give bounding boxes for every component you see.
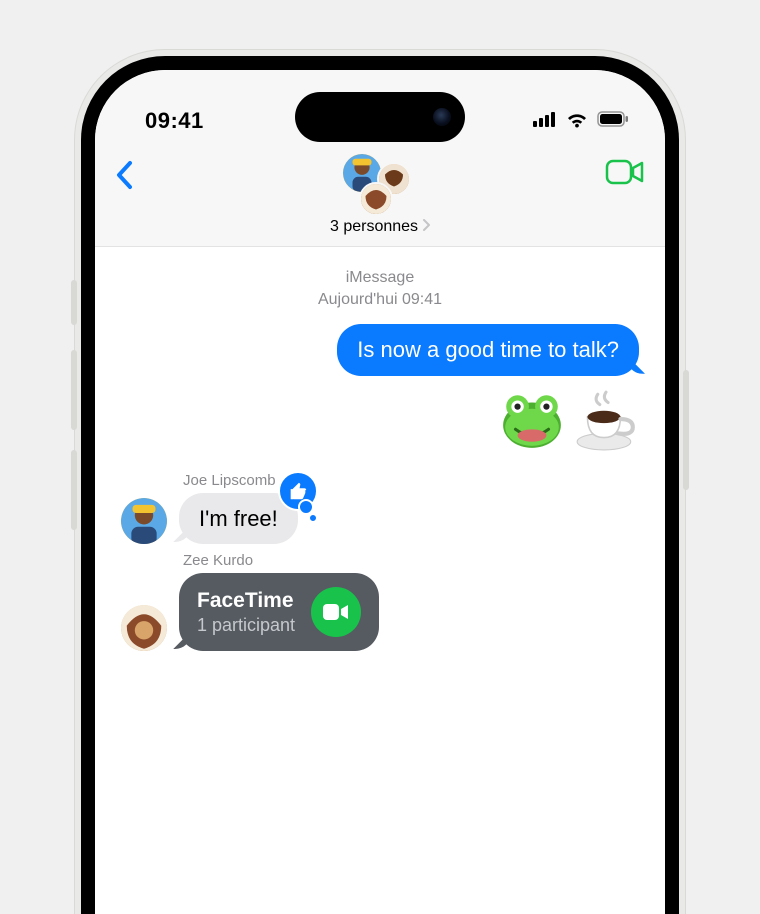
phone-frame: 09:41 [75,50,685,914]
sender-label: Zee Kurdo [121,552,639,569]
facetime-subtitle: 1 participant [197,614,295,637]
group-title: 3 personnes [330,218,418,236]
screen: 09:41 [95,70,665,914]
chevron-right-icon [422,218,430,236]
group-title-button[interactable]: 3 personnes [115,214,645,236]
message-thread[interactable]: iMessage Aujourd'hui 09:41 Is now a good… [95,247,665,691]
dynamic-island [295,92,465,142]
sender-avatar[interactable] [121,498,167,544]
back-button[interactable] [115,152,155,195]
facetime-button[interactable] [599,152,645,191]
thumbs-up-icon [287,480,309,502]
sender-label: Joe Lipscomb [121,472,639,489]
tapback-thumbs-up[interactable] [278,471,318,511]
chevron-left-icon [115,160,133,190]
message-text: I'm free! [199,506,278,531]
group-avatars[interactable] [335,152,419,214]
service-label: iMessage [121,267,639,289]
facetime-join-button[interactable] [311,587,361,637]
mute-switch [71,280,77,325]
wifi-icon [565,110,589,133]
conversation-header: 3 personnes [95,150,665,247]
incoming-message[interactable]: I'm free! [179,493,298,545]
battery-icon [597,111,629,132]
avatar [359,182,393,216]
status-time: 09:41 [145,108,204,134]
coffee-sticker [573,386,639,452]
timestamp-label: Aujourd'hui 09:41 [121,289,639,311]
video-icon [605,158,645,186]
cellular-icon [533,111,557,132]
sender-avatar[interactable] [121,605,167,651]
outgoing-message[interactable]: Is now a good time to talk? [337,324,639,376]
volume-down-button [71,450,77,530]
frog-sticker [499,386,565,452]
video-icon [322,602,350,622]
power-button [683,370,689,490]
front-camera [433,108,451,126]
facetime-invite[interactable]: FaceTime 1 participant [179,573,379,651]
volume-up-button [71,350,77,430]
message-text: Is now a good time to talk? [357,337,619,362]
thread-meta: iMessage Aujourd'hui 09:41 [121,261,639,324]
facetime-title: FaceTime [197,588,295,614]
outgoing-sticker-row[interactable] [121,386,639,452]
